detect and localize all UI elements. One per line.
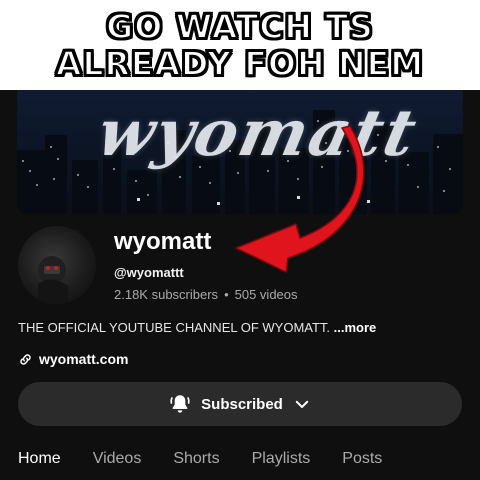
- tab-posts[interactable]: Posts: [342, 450, 382, 468]
- subscribed-button[interactable]: Subscribed: [18, 382, 462, 426]
- avatar-image: [38, 256, 68, 304]
- subscriber-count: 2.18K subscribers: [114, 287, 219, 302]
- description-text: THE OFFICIAL YOUTUBE CHANNEL OF WYOMATT.: [18, 320, 331, 335]
- subscribed-label: Subscribed: [201, 395, 283, 413]
- avatar[interactable]: [18, 226, 96, 304]
- banner-logo: wyomatt: [91, 96, 425, 171]
- channel-stats: 2.18K subscribers • 505 videos: [114, 287, 298, 302]
- channel-name: wyomatt: [114, 228, 212, 255]
- video-count: 505 videos: [234, 287, 298, 302]
- caption-line-1: GO WATCH TS: [105, 7, 374, 46]
- channel-tabs: Home Videos Shorts Playlists Posts: [18, 450, 414, 468]
- caption-line-2: ALREADY FOH NEM: [55, 44, 425, 83]
- channel-handle: @wyomattt: [114, 265, 184, 280]
- stats-separator: •: [224, 287, 229, 302]
- link-icon: [20, 353, 31, 365]
- channel-link[interactable]: wyomatt.com: [18, 351, 128, 367]
- chevron-down-icon: [295, 400, 309, 408]
- tab-home[interactable]: Home: [18, 450, 61, 468]
- link-text: wyomatt.com: [39, 351, 129, 367]
- tab-videos[interactable]: Videos: [93, 450, 142, 468]
- more-link[interactable]: ...more: [334, 320, 377, 335]
- channel-banner: wyomatt: [17, 90, 463, 214]
- tab-playlists[interactable]: Playlists: [252, 450, 311, 468]
- bell-icon: [170, 395, 190, 413]
- channel-description[interactable]: THE OFFICIAL YOUTUBE CHANNEL OF WYOMATT.…: [18, 320, 376, 335]
- meme-caption: GO WATCH TS ALREADY FOH NEM: [0, 0, 480, 90]
- tab-shorts[interactable]: Shorts: [173, 450, 219, 468]
